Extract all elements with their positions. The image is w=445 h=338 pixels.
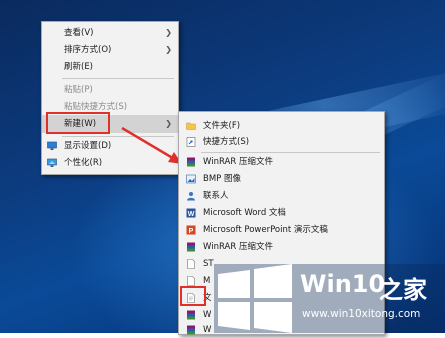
word-icon: W (186, 208, 196, 218)
submenu-item-bmp[interactable]: BMP 图像 (179, 171, 384, 187)
folder-icon (186, 122, 196, 130)
submenu-item-label: Microsoft Word 文档 (203, 208, 286, 218)
submenu-item-word[interactable]: W Microsoft Word 文档 (179, 205, 384, 221)
svg-text:P: P (189, 228, 194, 235)
submenu-item-label: W (203, 310, 212, 320)
watermark-brand-cn: 之家 (379, 276, 427, 304)
submenu-item-label: 快捷方式(S) (203, 137, 250, 147)
submenu-item-label: BMP 图像 (203, 174, 241, 184)
submenu-item-label: Microsoft PowerPoint 演示文稿 (203, 225, 328, 235)
svg-text:W: W (188, 211, 195, 218)
submenu-item-folder[interactable]: 文件夹(F) (179, 118, 384, 134)
shortcut-icon (186, 137, 196, 147)
submenu-item-powerpoint[interactable]: P Microsoft PowerPoint 演示文稿 (179, 222, 384, 238)
submenu-item-winrar[interactable]: WinRAR 压缩文件 (179, 154, 384, 170)
submenu-item-label: WinRAR 压缩文件 (203, 242, 273, 252)
winrar-icon (187, 242, 195, 252)
submenu-item-label: W (203, 325, 212, 335)
submenu-item-label: 文件夹(F) (203, 121, 241, 131)
submenu-item-label: WinRAR 压缩文件 (203, 157, 273, 167)
submenu-item-contact[interactable]: 联系人 (179, 188, 384, 204)
menu-separator (201, 152, 380, 153)
powerpoint-icon: P (186, 225, 196, 235)
bmp-icon (186, 174, 196, 184)
submenu-item-winrar-2[interactable]: WinRAR 压缩文件 (179, 239, 384, 255)
submenu-item-label: ST (203, 259, 214, 269)
winrar-icon (187, 157, 195, 167)
watermark-logo: Win10 之家 www.win10xitong.com (214, 264, 445, 333)
submenu-item-label: M (203, 276, 211, 286)
watermark-brand-win: Win10 (300, 270, 386, 298)
document-icon (187, 276, 195, 286)
document-icon (187, 259, 195, 269)
submenu-item-label: 联系人 (203, 191, 229, 201)
submenu-item-shortcut[interactable]: 快捷方式(S) (179, 134, 384, 150)
winrar-icon (187, 325, 195, 335)
winrar-icon (187, 310, 195, 320)
annotation-highlight-box (180, 286, 206, 306)
contact-icon (187, 192, 195, 201)
watermark-url: www.win10xitong.com (302, 308, 421, 320)
